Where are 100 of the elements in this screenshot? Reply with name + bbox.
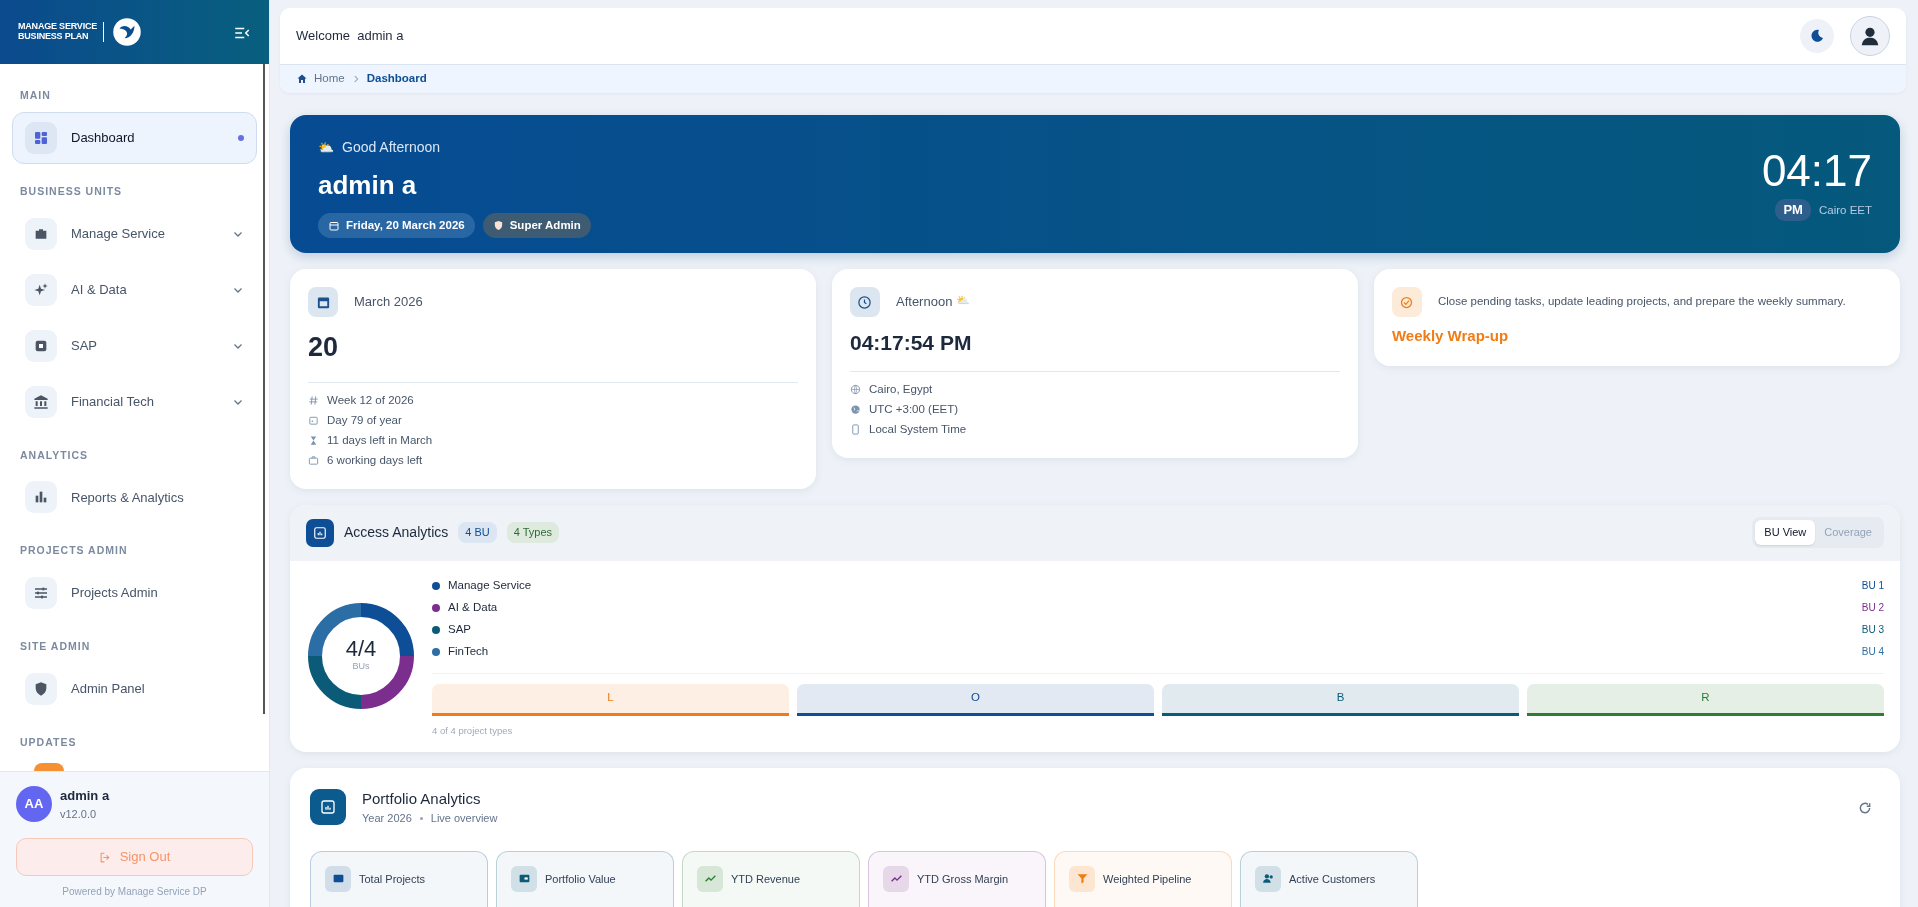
hourglass-icon [308,435,319,446]
role-chip: Super Admin [482,213,591,239]
period-badge: PM [1775,199,1811,221]
view-toggle[interactable]: BU View [1755,520,1816,545]
check-circle-icon [1399,294,1415,310]
shield-icon [33,680,49,697]
hash-icon [308,395,319,406]
active-dot [238,134,244,141]
globe-icon [850,404,861,415]
breadcrumb-link[interactable]: Home [314,70,345,88]
info-text: Week 12 of 2026 [327,392,414,408]
count-badge: 4 BU [458,522,497,543]
globe-icon [850,384,861,395]
legend-label: AI & Data [448,599,498,615]
sidebar-item[interactable]: Admin Panel [12,662,257,715]
section-heading: ANALYTICS [19,447,90,463]
sidebar-item[interactable]: Dashboard [12,111,257,164]
shield-icon [492,220,504,232]
sidebar-item[interactable]: Projects Admin [12,567,257,619]
type-tile: O [797,683,1154,716]
refresh-icon [1858,801,1872,815]
powered-by-text: Powered by Manage Service DP [61,885,208,899]
theme-toggle-button[interactable] [1800,19,1834,53]
donut-label: BUs [352,660,370,674]
profile-button[interactable] [1850,16,1890,56]
info-text: UTC +3:00 (EET) [869,401,959,417]
sliders-icon [33,585,49,601]
section-heading: PROJECTS ADMIN [19,543,129,559]
moon-icon [1809,28,1825,44]
info-text: 6 working days left [327,452,423,468]
home-icon [296,73,308,85]
period-text: Afternoon [896,293,953,312]
type-tile: B [1162,683,1519,716]
breadcrumb-link[interactable]: Dashboard [366,70,427,88]
bank-icon [33,393,49,410]
unit-code: BU 4 [1861,645,1884,659]
legend-label: Manage Service [448,577,532,593]
kpi-label: Total Projects [359,871,426,887]
sidebar-item[interactable]: Manage Service [12,207,257,260]
card-title: Portfolio Analytics [362,788,482,809]
sidebar-item[interactable]: SAP [12,319,257,372]
info-text: Day 79 of year [327,412,402,428]
unit-code: BU 1 [1861,579,1884,593]
unit-code: BU 2 [1861,601,1884,615]
sidebar-item[interactable]: AI & Data [12,263,257,316]
weather-icon: ⛅ [318,137,334,158]
date-chip: Friday, 20 March 2026 [318,213,475,239]
phone-icon [850,424,861,435]
weather-icon: ⛅ [956,292,971,312]
chart-icon [320,799,336,816]
user-icon [1859,25,1881,47]
user-name: admin a [60,787,110,805]
welcome-text: Welcome admin a [296,27,404,46]
info-text: 11 days left in March [327,432,433,448]
section-heading: SITE ADMIN [19,639,92,654]
count-badge: 4 Types [506,522,560,543]
dashboard-icon [33,129,49,146]
subtitle-text: Live overview [430,811,498,827]
year-text: Year 2026 [362,811,412,827]
kpi-label: YTD Gross Margin [917,871,1009,887]
greeting-text: Good Afternoon [342,138,441,157]
types-note: 4 of 4 project types [432,723,514,738]
sidebar-item[interactable]: Reports & Analytics [12,471,257,524]
month-text: March 2026 [354,293,423,312]
calendar-icon [328,219,340,232]
hero-name: admin a [318,169,418,202]
info-text: Cairo, Egypt [869,381,933,397]
kpi-label: Portfolio Value [545,871,616,887]
type-tile: R [1527,683,1884,716]
time-text: 04:17:54 PM [850,330,973,356]
legend-label: FinTech [448,643,489,659]
sidebar-item[interactable]: Financial Tech [12,375,257,428]
day-number: 20 [308,331,340,364]
hero-clock: 04:17 [1761,147,1872,196]
legend-label: SAP [448,621,471,637]
kpi-label: YTD Revenue [731,871,801,887]
info-text: Local System Time [869,421,967,437]
separator-dot [419,817,423,820]
briefcase-icon [308,455,319,466]
card-title: Access Analytics [344,523,449,542]
calendar-icon [308,415,319,426]
unit-code: BU 3 [1861,623,1884,637]
kpi-label: Weighted Pipeline [1103,871,1192,887]
timezone-text: Cairo EET [1818,202,1872,218]
chart-icon [313,525,327,540]
user-avatar: AA [16,786,52,822]
clock-icon [857,294,873,310]
task-title: Weekly Wrap-up [1391,326,1510,346]
funnel-icon [1075,872,1089,886]
section-heading: BUSINESS UNITS [19,183,124,199]
scrollbar[interactable] [263,64,265,714]
section-heading: MAIN [19,88,52,103]
type-tile: L [432,683,789,716]
logout-icon [98,850,112,864]
people-icon [1261,872,1275,886]
donut-value: 4/4 [345,638,377,661]
kpi-label: Active Customers [1289,871,1376,887]
version-text: v12.0.0 [60,806,98,822]
section-heading: UPDATES [19,734,78,750]
logo-icon [112,17,143,47]
